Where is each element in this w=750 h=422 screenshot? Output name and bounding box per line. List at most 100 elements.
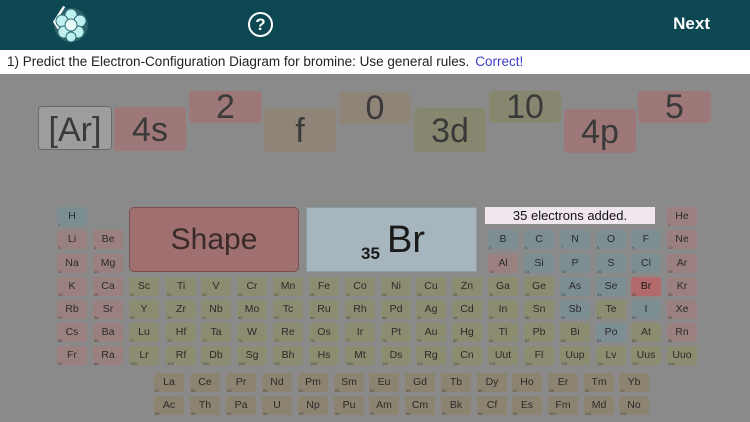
element-mo[interactable]: Mo 42 [237, 300, 267, 320]
element-cr[interactable]: Cr 24 [237, 277, 267, 297]
element-hf[interactable]: Hf 72 [166, 323, 196, 343]
element-zn[interactable]: Zn 30 [452, 277, 482, 297]
element-sb[interactable]: Sb 51 [560, 300, 590, 320]
element-tm[interactable]: Tm 69 [584, 373, 614, 393]
element-md[interactable]: Md 101 [584, 396, 614, 416]
element-hg[interactable]: Hg 80 [452, 323, 482, 343]
element-er[interactable]: Er 68 [548, 373, 578, 393]
element-fr[interactable]: Fr 87 [57, 346, 87, 366]
element-ba[interactable]: Ba 56 [93, 323, 123, 343]
element-la[interactable]: La 57 [154, 373, 184, 393]
element-v[interactable]: V 23 [201, 277, 231, 297]
element-uup[interactable]: Uup 115 [560, 346, 590, 366]
element-ac[interactable]: Ac 89 [154, 396, 184, 416]
element-rh[interactable]: Rh 45 [345, 300, 375, 320]
element-c[interactable]: C6 [524, 230, 554, 250]
element-sm[interactable]: Sm 62 [334, 373, 364, 393]
element-ca[interactable]: Ca 20 [93, 277, 123, 297]
element-ru[interactable]: Ru 44 [309, 300, 339, 320]
element-pb[interactable]: Pb 82 [524, 323, 554, 343]
element-hs[interactable]: Hs 108 [309, 346, 339, 366]
element-i[interactable]: I 53 [631, 300, 661, 320]
element-bh[interactable]: Bh 107 [273, 346, 303, 366]
element-mg[interactable]: Mg 12 [93, 254, 123, 274]
element-na[interactable]: Na 11 [57, 254, 87, 274]
element-tc[interactable]: Tc 43 [273, 300, 303, 320]
element-pa[interactable]: Pa 91 [226, 396, 256, 416]
element-cl[interactable]: Cl 17 [631, 254, 661, 274]
element-pd[interactable]: Pd 46 [381, 300, 411, 320]
element-sn[interactable]: Sn 50 [524, 300, 554, 320]
element-ne[interactable]: Ne 10 [667, 230, 697, 250]
element-mt[interactable]: Mt 109 [345, 346, 375, 366]
element-sg[interactable]: Sg 106 [237, 346, 267, 366]
element-nd[interactable]: Nd 60 [262, 373, 292, 393]
element-po[interactable]: Po 84 [596, 323, 626, 343]
element-at[interactable]: At 85 [631, 323, 661, 343]
element-uuo[interactable]: Uuo 118 [667, 346, 697, 366]
element-si[interactable]: Si 14 [524, 254, 554, 274]
element-f[interactable]: F9 [631, 230, 661, 250]
element-ds[interactable]: Ds 110 [381, 346, 411, 366]
element-s[interactable]: S 16 [596, 254, 626, 274]
element-ni[interactable]: Ni 28 [381, 277, 411, 297]
element-rf[interactable]: Rf 104 [166, 346, 196, 366]
element-sr[interactable]: Sr 38 [93, 300, 123, 320]
element-rg[interactable]: Rg 111 [416, 346, 446, 366]
element-he[interactable]: He 2 [667, 207, 697, 227]
element-yb[interactable]: Yb 70 [619, 373, 649, 393]
element-lv[interactable]: Lv 116 [596, 346, 626, 366]
config-count-4p[interactable]: 5 [638, 90, 711, 124]
element-zr[interactable]: Zr 40 [166, 300, 196, 320]
element-fe[interactable]: Fe 26 [309, 277, 339, 297]
config-core-box[interactable]: [Ar] [38, 106, 112, 150]
next-button[interactable]: Next [673, 14, 710, 34]
element-uus[interactable]: Uus 117 [631, 346, 661, 366]
element-as[interactable]: As 33 [560, 277, 590, 297]
element-xe[interactable]: Xe 54 [667, 300, 697, 320]
config-orbital-4p[interactable]: 4p [564, 109, 636, 153]
element-cu[interactable]: Cu 29 [416, 277, 446, 297]
element-br[interactable]: Br 35 [631, 277, 661, 297]
element-rb[interactable]: Rb 37 [57, 300, 87, 320]
element-pm[interactable]: Pm 61 [298, 373, 328, 393]
element-no[interactable]: No 102 [619, 396, 649, 416]
element-gd[interactable]: Gd 64 [405, 373, 435, 393]
element-lr[interactable]: Lr 103 [129, 346, 159, 366]
element-al[interactable]: Al 13 [488, 254, 518, 274]
element-in[interactable]: In 49 [488, 300, 518, 320]
element-cd[interactable]: Cd 48 [452, 300, 482, 320]
config-count-f[interactable]: 0 [339, 91, 411, 125]
element-rn[interactable]: Rn 86 [667, 323, 697, 343]
element-ta[interactable]: Ta 73 [201, 323, 231, 343]
element-b[interactable]: B5 [488, 230, 518, 250]
element-n[interactable]: N7 [560, 230, 590, 250]
shape-button[interactable]: Shape [129, 207, 299, 272]
element-u[interactable]: U 92 [262, 396, 292, 416]
config-orbital-4s[interactable]: 4s [114, 107, 186, 151]
element-h[interactable]: H1 [57, 207, 87, 227]
element-o[interactable]: O8 [596, 230, 626, 250]
config-count-4s[interactable]: 2 [189, 90, 262, 124]
element-li[interactable]: Li 3 [57, 230, 87, 250]
element-se[interactable]: Se 34 [596, 277, 626, 297]
element-th[interactable]: Th 90 [190, 396, 220, 416]
element-cs[interactable]: Cs 55 [57, 323, 87, 343]
element-re[interactable]: Re 75 [273, 323, 303, 343]
element-cf[interactable]: Cf 98 [477, 396, 507, 416]
config-count-3d[interactable]: 10 [489, 90, 561, 124]
element-y[interactable]: Y 39 [129, 300, 159, 320]
element-pu[interactable]: Pu 94 [334, 396, 364, 416]
element-es[interactable]: Es 99 [512, 396, 542, 416]
config-orbital-f[interactable]: f [264, 108, 336, 152]
element-fm[interactable]: Fm 100 [548, 396, 578, 416]
element-cn[interactable]: Cn 112 [452, 346, 482, 366]
element-os[interactable]: Os 76 [309, 323, 339, 343]
back-chevron-icon[interactable]: 〈 [33, 6, 67, 44]
element-au[interactable]: Au 79 [416, 323, 446, 343]
element-be[interactable]: Be 4 [93, 230, 123, 250]
element-k[interactable]: K 19 [57, 277, 87, 297]
element-eu[interactable]: Eu 63 [369, 373, 399, 393]
element-ti[interactable]: Ti 22 [166, 277, 196, 297]
element-bk[interactable]: Bk 97 [441, 396, 471, 416]
